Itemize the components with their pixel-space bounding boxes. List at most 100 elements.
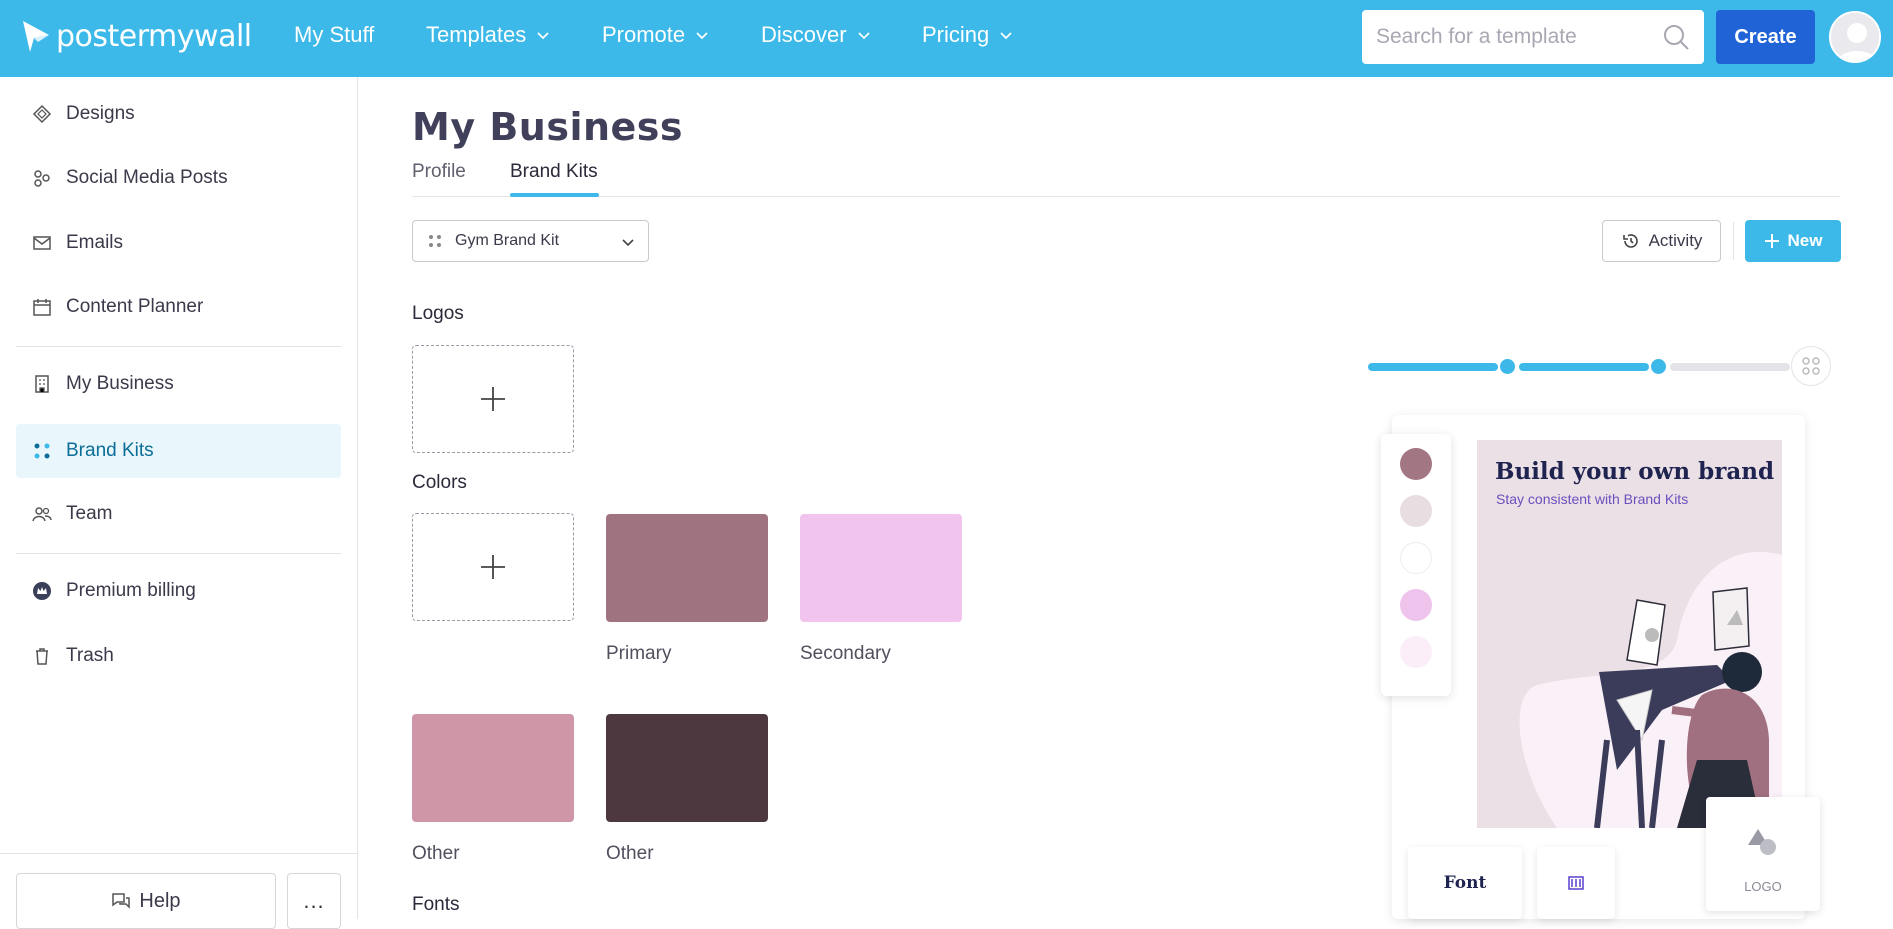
sidebar-item-label: Team: [66, 503, 113, 524]
sidebar-item-label: Designs: [66, 103, 135, 124]
trash-icon: [36, 648, 48, 665]
color-swatch-other[interactable]: [606, 714, 768, 822]
sidebar-divider: [16, 346, 341, 347]
search-icon[interactable]: [1662, 23, 1690, 51]
preview-poster: Build your own brand Stay consistent wit…: [1477, 440, 1782, 828]
chevron-down-icon: [696, 32, 708, 40]
chevron-down-icon: [537, 32, 549, 40]
progress-end-marker: [1791, 346, 1831, 386]
sidebar-item-brand-kits[interactable]: Brand Kits: [16, 424, 341, 478]
search-input[interactable]: [1376, 25, 1656, 49]
nav-promote-label: Promote: [602, 22, 686, 47]
nav-my-stuff-label: My Stuff: [294, 22, 375, 47]
more-options-button[interactable]: ...: [287, 873, 341, 929]
logo-text: postermywall: [56, 18, 252, 54]
page-title: My Business: [412, 105, 684, 149]
preview-color-dot: [1400, 636, 1432, 668]
history-icon: [1622, 234, 1638, 248]
help-label: Help: [139, 889, 181, 912]
color-swatch-other[interactable]: [412, 714, 574, 822]
sidebar-item-team[interactable]: Team: [16, 487, 341, 541]
sidebar-item-label: Content Planner: [66, 296, 204, 317]
sidebar-item-designs[interactable]: Designs: [16, 87, 341, 141]
color-swatch-secondary[interactable]: [800, 514, 962, 622]
activity-button[interactable]: Activity: [1602, 220, 1721, 262]
brand-kits-icon: [34, 443, 50, 459]
user-avatar-icon: [1831, 13, 1879, 61]
building-icon: [35, 375, 49, 393]
fonts-heading: Fonts: [412, 894, 460, 915]
chevron-down-icon: [857, 32, 870, 40]
preview-color-dot: [1400, 495, 1432, 527]
activity-label: Activity: [1648, 231, 1703, 250]
new-brand-kit-button[interactable]: New: [1745, 220, 1841, 262]
plus-icon: [481, 387, 505, 411]
colors-heading: Colors: [412, 472, 467, 493]
designer-illustration: [1519, 551, 1782, 828]
brand-kit-select[interactable]: Gym Brand Kit: [412, 220, 649, 262]
sidebar-item-my-business[interactable]: My Business: [16, 357, 341, 411]
brand-kit-select-value: Gym Brand Kit: [455, 232, 560, 249]
email-icon: [33, 236, 51, 250]
calendar-icon: [33, 299, 51, 316]
logo-mark-icon: [23, 21, 49, 52]
active-tab-indicator: [510, 193, 599, 197]
toolbar-divider: [1733, 222, 1734, 260]
chevron-down-icon: [1000, 32, 1012, 40]
font-glyph-icon: [1568, 876, 1584, 890]
sidebar-item-label: Premium billing: [66, 580, 196, 601]
sidebar-item-content-planner[interactable]: Content Planner: [16, 280, 341, 334]
color-label-other: Other: [412, 843, 460, 864]
postermywall-logo[interactable]: postermywall: [20, 18, 252, 54]
preview-font-tile: Font: [1408, 847, 1522, 919]
sidebar-item-label: My Business: [66, 373, 174, 394]
nav-pricing[interactable]: Pricing: [922, 22, 1013, 48]
tab-profile[interactable]: Profile: [412, 161, 466, 183]
sidebar-item-social-media-posts[interactable]: Social Media Posts: [16, 151, 341, 205]
sidebar-item-emails[interactable]: Emails: [16, 216, 341, 270]
add-logo-button[interactable]: [412, 345, 574, 453]
nav-templates[interactable]: Templates: [426, 22, 550, 48]
social-media-icon: [34, 170, 50, 187]
brand-kits-icon: [1802, 357, 1820, 375]
color-label-other: Other: [606, 843, 654, 864]
logos-heading: Logos: [412, 303, 464, 324]
sidebar-item-label: Emails: [66, 232, 124, 253]
sidebar: Designs Social Media Posts Emails Conten…: [0, 77, 358, 929]
plus-icon: [1764, 234, 1779, 248]
brand-kits-icon: [429, 235, 441, 247]
tabs-divider: [412, 196, 1840, 197]
sidebar-divider: [16, 553, 341, 554]
nav-promote[interactable]: Promote: [602, 22, 709, 48]
color-label-primary: Primary: [606, 643, 672, 664]
help-button[interactable]: Help: [16, 873, 276, 929]
preview-color-dot: [1400, 542, 1432, 574]
avatar[interactable]: [1829, 11, 1881, 63]
sidebar-item-label: Brand Kits: [66, 440, 154, 461]
progress-step-dot: [1500, 359, 1515, 374]
preview-logo-tile: LOGO: [1706, 797, 1820, 911]
progress-segment-complete: [1368, 363, 1498, 371]
progress-segment-complete: [1519, 363, 1649, 371]
team-icon: [32, 507, 52, 522]
nav-discover[interactable]: Discover: [761, 22, 871, 48]
sidebar-item-trash[interactable]: Trash: [16, 629, 341, 683]
preview-font-tile-secondary: [1537, 847, 1615, 919]
designs-icon: [32, 104, 52, 124]
crown-icon: [33, 582, 51, 600]
progress-segment-remaining: [1670, 363, 1790, 371]
sidebar-item-premium-billing[interactable]: Premium billing: [16, 564, 341, 618]
plus-icon: [481, 555, 505, 579]
color-label-secondary: Secondary: [800, 643, 891, 664]
add-color-button[interactable]: [412, 513, 574, 621]
sidebar-item-label: Trash: [66, 645, 114, 666]
tab-brand-kits[interactable]: Brand Kits: [510, 161, 598, 183]
shapes-icon: [1748, 829, 1776, 855]
create-button[interactable]: Create: [1716, 10, 1815, 64]
nav-templates-label: Templates: [426, 22, 527, 47]
color-swatch-primary[interactable]: [606, 514, 768, 622]
nav-my-stuff[interactable]: My Stuff: [294, 22, 374, 48]
sidebar-bottom-divider: [0, 853, 358, 854]
preview-color-dot: [1400, 589, 1432, 621]
top-navigation-bar: postermywall My Stuff Templates Promote …: [0, 0, 1893, 77]
